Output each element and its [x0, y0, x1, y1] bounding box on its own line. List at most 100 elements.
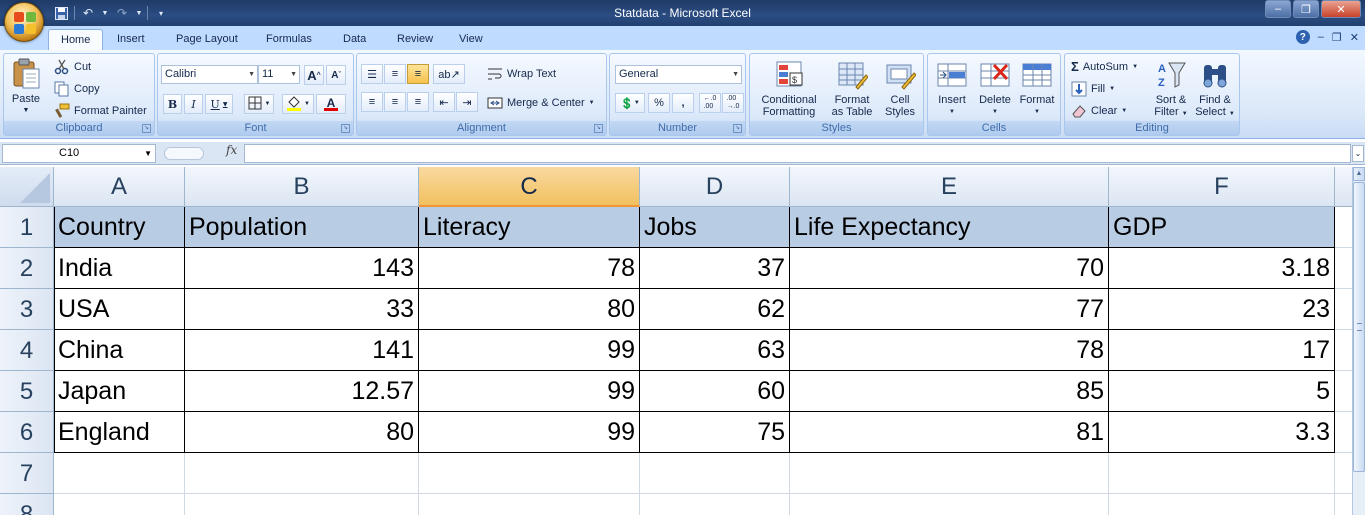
wrap-text-button[interactable]: Wrap Text — [487, 66, 556, 82]
sort-filter-button[interactable]: AZ Sort & Filter ▼ — [1151, 59, 1191, 120]
name-box-dropdown-icon[interactable]: ▼ — [144, 145, 152, 162]
cell-d8[interactable] — [640, 494, 790, 515]
cell-g4[interactable] — [1335, 330, 1352, 371]
grow-font-button[interactable]: A ^ — [304, 65, 324, 85]
column-header-g[interactable] — [1335, 167, 1352, 207]
clear-button[interactable]: Clear ▼ — [1071, 103, 1127, 119]
cell-b8[interactable] — [185, 494, 419, 515]
close-button[interactable]: ✕ — [1321, 0, 1361, 18]
tab-formulas[interactable]: Formulas — [254, 29, 324, 50]
align-right-button[interactable]: ≡ — [407, 92, 429, 112]
find-select-button[interactable]: Find & Select ▼ — [1193, 59, 1237, 120]
cell-d6[interactable]: 75 — [640, 412, 790, 453]
cell-c7[interactable] — [419, 453, 640, 494]
cell-b5[interactable]: 12.57 — [185, 371, 419, 412]
minimize-button[interactable]: – — [1265, 0, 1291, 18]
insert-function-icon[interactable]: fx — [226, 143, 237, 157]
cell-e4[interactable]: 78 — [790, 330, 1109, 371]
cell-f2[interactable]: 3.18 — [1109, 248, 1335, 289]
clipboard-launcher-icon[interactable]: ↘ — [142, 124, 151, 133]
cell-d7[interactable] — [640, 453, 790, 494]
office-button[interactable] — [4, 2, 44, 42]
formula-input[interactable] — [244, 144, 1351, 163]
cell-d2[interactable]: 37 — [640, 248, 790, 289]
decrease-decimal-button[interactable]: .00 →.0 — [722, 93, 744, 113]
cell-f4[interactable]: 17 — [1109, 330, 1335, 371]
cell-g8[interactable] — [1335, 494, 1352, 515]
formula-bar-resize-handle[interactable] — [164, 147, 204, 160]
cell-g6[interactable] — [1335, 412, 1352, 453]
cell-e8[interactable] — [790, 494, 1109, 515]
column-header-f[interactable]: F — [1109, 167, 1335, 207]
delete-cells-button[interactable]: Delete ▼ — [975, 59, 1015, 118]
underline-button[interactable]: U ▼ — [205, 94, 233, 114]
cell-b3[interactable]: 33 — [185, 289, 419, 330]
column-header-c[interactable]: C — [419, 167, 640, 207]
insert-cells-button[interactable]: Insert ▼ — [932, 59, 972, 118]
vertical-scrollbar[interactable]: ▲ — [1352, 167, 1365, 515]
cell-d4[interactable]: 63 — [640, 330, 790, 371]
cell-d5[interactable]: 60 — [640, 371, 790, 412]
name-box[interactable]: C10 ▼ — [2, 144, 156, 163]
decrease-indent-button[interactable]: ⇤ — [433, 92, 455, 112]
format-cells-button[interactable]: Format ▼ — [1016, 59, 1058, 118]
tab-review[interactable]: Review — [385, 29, 445, 50]
scrollbar-thumb[interactable] — [1353, 182, 1365, 472]
cell-f5[interactable]: 5 — [1109, 371, 1335, 412]
autosum-button[interactable]: Σ AutoSum ▼ — [1071, 59, 1138, 74]
cell-e5[interactable]: 85 — [790, 371, 1109, 412]
column-header-b[interactable]: B — [185, 167, 419, 207]
format-painter-button[interactable]: Format Painter — [54, 103, 147, 119]
fill-button[interactable]: Fill ▼ — [1071, 81, 1115, 97]
cell-c5[interactable]: 99 — [419, 371, 640, 412]
tab-insert[interactable]: Insert — [105, 29, 157, 50]
restore-button[interactable]: ❐ — [1293, 0, 1319, 18]
select-all-button[interactable] — [0, 167, 54, 207]
row-header-3[interactable]: 3 — [0, 289, 54, 330]
tab-home[interactable]: Home — [48, 29, 104, 50]
column-header-a[interactable]: A — [54, 167, 185, 207]
ribbon-close-icon[interactable]: ✕ — [1350, 31, 1359, 44]
align-left-button[interactable]: ≡ — [361, 92, 383, 112]
cell-f3[interactable]: 23 — [1109, 289, 1335, 330]
cell-a6[interactable]: England — [54, 412, 185, 453]
expand-formula-bar-icon[interactable]: ⌄ — [1352, 145, 1364, 162]
row-header-5[interactable]: 5 — [0, 371, 54, 412]
format-as-table-button[interactable]: Format as Table — [826, 59, 878, 118]
conditional-formatting-button[interactable]: $ Conditional Formatting — [756, 59, 822, 118]
cell-a5[interactable]: Japan — [54, 371, 185, 412]
paste-button[interactable]: Paste ▼ — [10, 58, 42, 117]
align-middle-button[interactable]: ≡ — [384, 64, 406, 84]
row-header-2[interactable]: 2 — [0, 248, 54, 289]
cell-styles-button[interactable]: Cell Styles — [878, 59, 922, 118]
cell-c8[interactable] — [419, 494, 640, 515]
number-launcher-icon[interactable]: ↘ — [733, 124, 742, 133]
currency-button[interactable]: 💲 ▼ — [615, 93, 645, 113]
cell-g3[interactable] — [1335, 289, 1352, 330]
cell-e6[interactable]: 81 — [790, 412, 1109, 453]
cell-a4[interactable]: China — [54, 330, 185, 371]
row-header-8[interactable]: 8 — [0, 494, 54, 515]
bold-button[interactable]: B — [163, 94, 182, 114]
cut-button[interactable]: Cut — [54, 59, 91, 75]
comma-button[interactable]: , — [672, 93, 694, 113]
help-icon[interactable]: ? — [1295, 30, 1310, 44]
cell-g2[interactable] — [1335, 248, 1352, 289]
cell-e1[interactable]: Life Expectancy — [790, 207, 1109, 248]
cell-c2[interactable]: 78 — [419, 248, 640, 289]
italic-button[interactable]: I — [184, 94, 203, 114]
cell-c6[interactable]: 99 — [419, 412, 640, 453]
cell-b4[interactable]: 141 — [185, 330, 419, 371]
align-bottom-button[interactable]: ≡ — [407, 64, 429, 84]
copy-button[interactable]: Copy — [54, 81, 100, 97]
ribbon-minimize-icon[interactable]: – — [1318, 31, 1324, 43]
row-header-7[interactable]: 7 — [0, 453, 54, 494]
column-header-e[interactable]: E — [790, 167, 1109, 207]
cell-a2[interactable]: India — [54, 248, 185, 289]
font-color-button[interactable]: A — [316, 94, 346, 114]
cell-f8[interactable] — [1109, 494, 1335, 515]
cell-b6[interactable]: 80 — [185, 412, 419, 453]
merge-center-button[interactable]: Merge & Center ▼ — [487, 95, 595, 111]
cell-d3[interactable]: 62 — [640, 289, 790, 330]
cell-b2[interactable]: 143 — [185, 248, 419, 289]
